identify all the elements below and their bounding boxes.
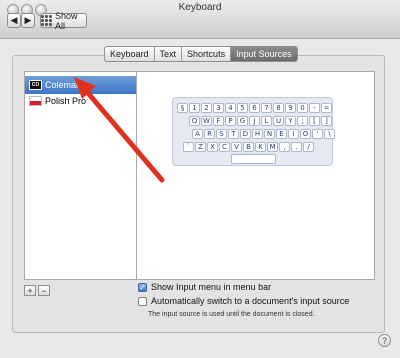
keyboard-key: M bbox=[267, 142, 278, 152]
tab-input-sources[interactable]: Input Sources bbox=[231, 47, 297, 61]
keyboard-key: [ bbox=[309, 116, 320, 126]
keyboard-key: Q bbox=[189, 116, 200, 126]
list-item-label: Polish Pro bbox=[45, 96, 87, 106]
keyboard-key: ` bbox=[183, 142, 194, 152]
add-input-source-button[interactable]: + bbox=[24, 285, 36, 296]
keyboard-key: H bbox=[252, 129, 263, 139]
forward-button[interactable]: ▶ bbox=[21, 13, 35, 28]
keyboard-key: C bbox=[219, 142, 230, 152]
keyboard-key: 5 bbox=[237, 103, 248, 113]
grid-icon bbox=[41, 15, 52, 26]
keyboard-layout-preview: § 1 2 3 4 5 6 7 8 9 0- = Q W F P G J L U Y;[] A R S T D H N E I O ' \ … bbox=[172, 97, 335, 166]
space-key bbox=[231, 154, 276, 164]
show-all-label: Show All bbox=[55, 10, 78, 31]
show-input-menu-checkbox[interactable]: ✓ bbox=[138, 282, 147, 292]
keyboard-row-1: § 1 2 3 4 5 6 7 8 9 0- = bbox=[177, 103, 332, 113]
keyboard-key: X bbox=[207, 142, 218, 152]
show-input-menu-option[interactable]: ✓ Show Input menu in menu bar bbox=[138, 282, 271, 292]
keyboard-row-3: A R S T D H N E I O ' \ bbox=[192, 129, 335, 139]
tab-bar: Keyboard Text Shortcuts Input Sources bbox=[104, 46, 298, 62]
keyboard-key: L bbox=[261, 116, 272, 126]
keyboard-key: F bbox=[213, 116, 224, 126]
keyboard-key: 9 bbox=[285, 103, 296, 113]
keyboard-key: G bbox=[237, 116, 248, 126]
tab-keyboard[interactable]: Keyboard bbox=[105, 47, 155, 61]
tab-text[interactable]: Text bbox=[155, 47, 183, 61]
keyboard-key: O bbox=[300, 129, 311, 139]
list-item-label: Colemak bbox=[45, 80, 81, 90]
keyboard-key: 1 bbox=[189, 103, 200, 113]
keyboard-key: D bbox=[240, 129, 251, 139]
keyboard-key: - bbox=[309, 103, 320, 113]
keyboard-key: N bbox=[264, 129, 275, 139]
show-all-button[interactable]: Show All bbox=[40, 10, 87, 31]
keyboard-key: 2 bbox=[201, 103, 212, 113]
auto-switch-note: The input source is used until the docum… bbox=[148, 311, 315, 318]
colemak-flag-icon: CO bbox=[29, 80, 42, 90]
chevron-left-icon: ◀ bbox=[10, 15, 18, 25]
back-button[interactable]: ◀ bbox=[7, 13, 21, 28]
tab-shortcuts[interactable]: Shortcuts bbox=[182, 47, 232, 61]
keyboard-key: K bbox=[255, 142, 266, 152]
keyboard-key: 3 bbox=[213, 103, 224, 113]
remove-input-source-button[interactable]: − bbox=[38, 285, 50, 296]
keyboard-row-space bbox=[231, 154, 276, 164]
keyboard-key: = bbox=[321, 103, 332, 113]
keyboard-key: I bbox=[288, 129, 299, 139]
keyboard-key: / bbox=[303, 142, 314, 152]
keyboard-key: Y bbox=[285, 116, 296, 126]
input-sources-list[interactable]: CO Colemak Polish Pro bbox=[24, 71, 137, 280]
chevron-right-icon: ▶ bbox=[24, 15, 32, 25]
keyboard-key: P bbox=[225, 116, 236, 126]
keyboard-key: ' bbox=[312, 129, 323, 139]
keyboard-key: V bbox=[231, 142, 242, 152]
keyboard-key: . bbox=[291, 142, 302, 152]
keyboard-key: 7 bbox=[261, 103, 272, 113]
keyboard-key: Z bbox=[195, 142, 206, 152]
help-button[interactable]: ? bbox=[378, 334, 391, 347]
keyboard-key: ; bbox=[297, 116, 308, 126]
keyboard-key: E bbox=[276, 129, 287, 139]
keyboard-key: \ bbox=[324, 129, 335, 139]
keyboard-preferences-window: Keyboard ◀ ▶ Show All Keyboard Text Shor… bbox=[0, 0, 400, 358]
auto-switch-option[interactable]: Automatically switch to a document's inp… bbox=[138, 296, 349, 306]
keyboard-key: 0 bbox=[297, 103, 308, 113]
title-bar: Keyboard ◀ ▶ Show All bbox=[0, 0, 400, 39]
keyboard-key: U bbox=[273, 116, 284, 126]
keyboard-key: 4 bbox=[225, 103, 236, 113]
keyboard-key: 6 bbox=[249, 103, 260, 113]
keyboard-key: 8 bbox=[273, 103, 284, 113]
keyboard-key: R bbox=[204, 129, 215, 139]
show-input-menu-label: Show Input menu in menu bar bbox=[151, 282, 272, 292]
keyboard-row-4: ` Z X C V B K M,. / bbox=[183, 142, 314, 152]
keyboard-key: A bbox=[192, 129, 203, 139]
keyboard-key: S bbox=[216, 129, 227, 139]
keyboard-key: T bbox=[228, 129, 239, 139]
polish-flag-icon bbox=[29, 96, 42, 106]
keyboard-key: B bbox=[243, 142, 254, 152]
keyboard-key: ] bbox=[321, 116, 332, 126]
auto-switch-label: Automatically switch to a document's inp… bbox=[151, 296, 350, 306]
auto-switch-checkbox[interactable] bbox=[138, 296, 147, 306]
list-item-polish-pro[interactable]: Polish Pro bbox=[25, 92, 136, 110]
keyboard-key: W bbox=[201, 116, 212, 126]
keyboard-row-2: Q W F P G J L U Y;[] bbox=[189, 116, 332, 126]
keyboard-key: § bbox=[177, 103, 188, 113]
keyboard-key: , bbox=[279, 142, 290, 152]
keyboard-key: J bbox=[249, 116, 260, 126]
